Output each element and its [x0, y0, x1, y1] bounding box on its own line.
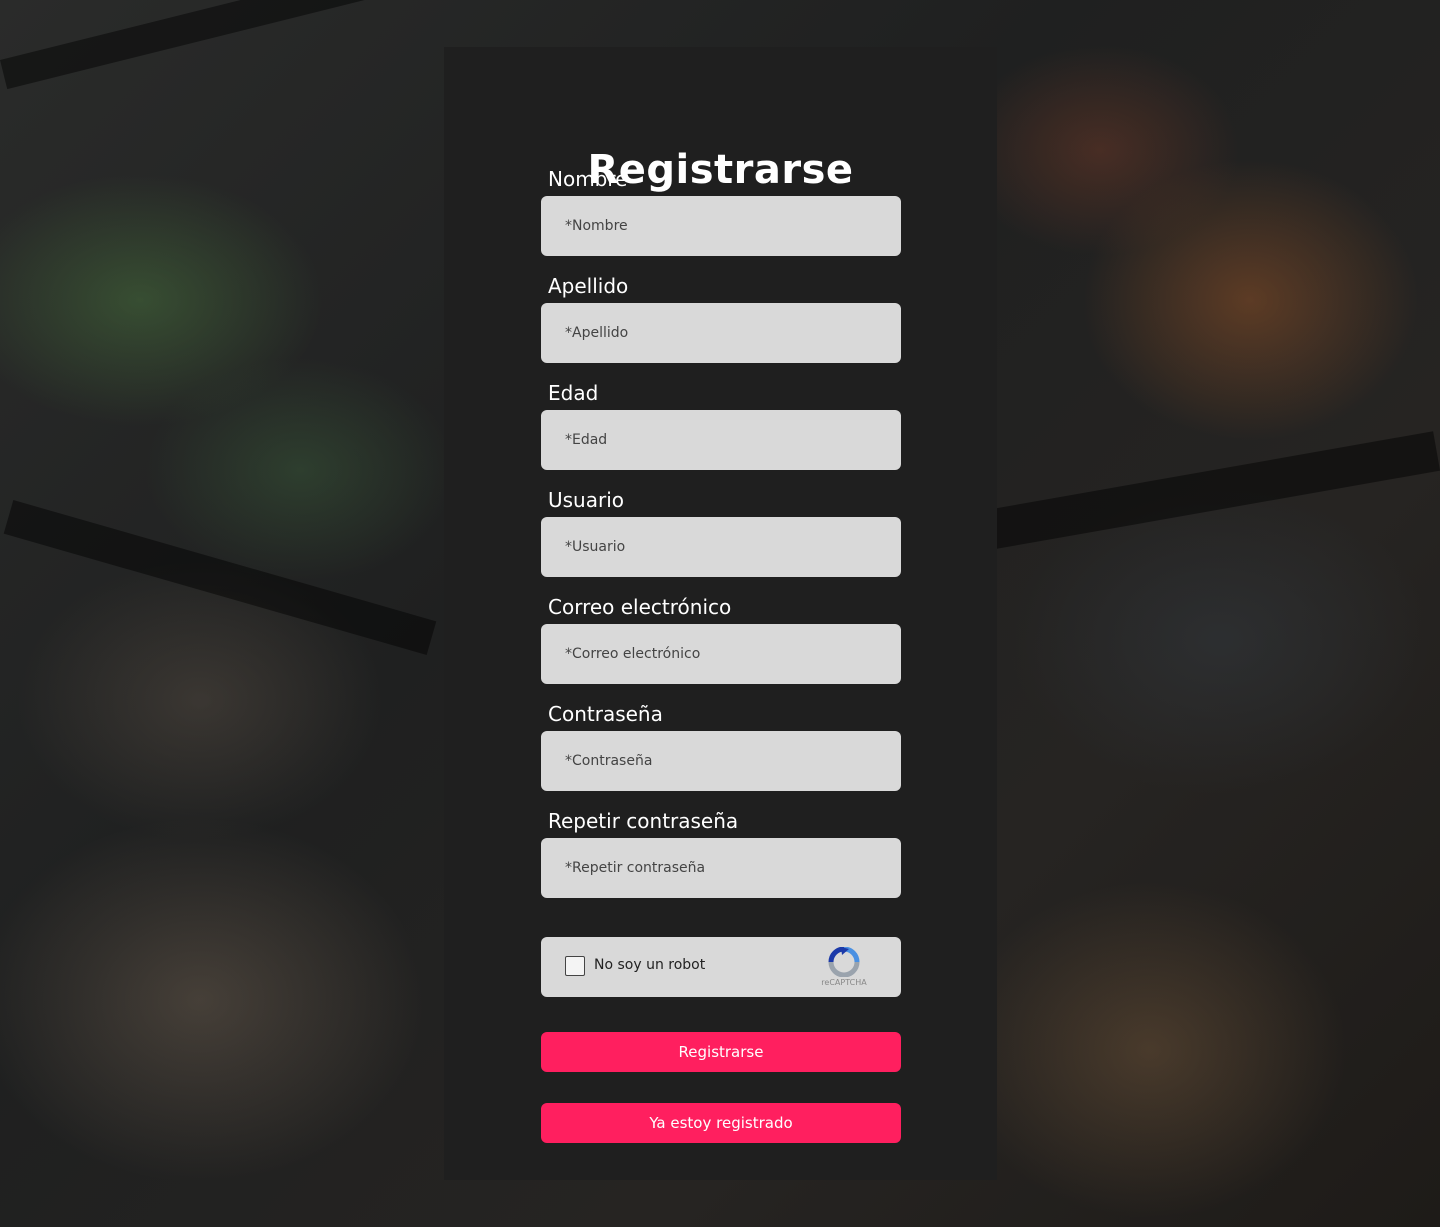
- register-button[interactable]: Registrarse: [541, 1032, 901, 1072]
- nombre-input[interactable]: [541, 196, 901, 256]
- email-label: Correo electrónico: [548, 595, 732, 619]
- password-input[interactable]: [541, 731, 901, 791]
- background-shape: [0, 0, 435, 90]
- password-label: Contraseña: [548, 702, 663, 726]
- apellido-label: Apellido: [548, 274, 629, 298]
- recaptcha-icon: [828, 947, 860, 977]
- apellido-input[interactable]: [541, 303, 901, 363]
- edad-input[interactable]: [541, 410, 901, 470]
- background-shape: [989, 431, 1440, 549]
- recaptcha-brand: reCAPTCHA: [821, 978, 867, 987]
- register-panel: Registrarse Nombre Apellido Edad Usuario…: [444, 47, 997, 1180]
- email-input[interactable]: [541, 624, 901, 684]
- recaptcha-label: No soy un robot: [594, 957, 706, 973]
- nombre-label: Nombre: [548, 167, 628, 191]
- recaptcha-checkbox[interactable]: [565, 956, 585, 976]
- usuario-label: Usuario: [548, 488, 625, 512]
- already-registered-button[interactable]: Ya estoy registrado: [541, 1103, 901, 1143]
- repeat-password-input[interactable]: [541, 838, 901, 898]
- edad-label: Edad: [548, 381, 599, 405]
- page-title: Registrarse: [587, 147, 854, 193]
- usuario-input[interactable]: [541, 517, 901, 577]
- background-shape: [3, 500, 437, 655]
- recaptcha-widget: No soy un robot reCAPTCHA: [541, 937, 901, 997]
- repeat-password-label: Repetir contraseña: [548, 809, 739, 833]
